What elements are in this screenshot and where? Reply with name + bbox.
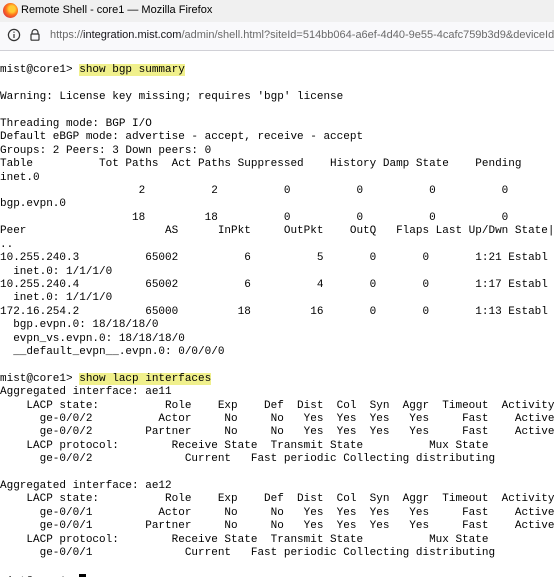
terminal-line: Peer AS InPkt OutPkt OutQ Flaps Last Up/… <box>0 225 554 238</box>
terminal-line: Groups: 2 Peers: 3 Down peers: 0 <box>0 144 212 157</box>
terminal-line: 18 18 0 0 0 0 <box>0 211 509 224</box>
address-bar[interactable]: https://integration.mist.com/admin/shell… <box>0 22 554 51</box>
terminal-prompt-line: mist@core1> show lacp interfaces <box>0 372 554 386</box>
terminal-line: LACP state: Role Exp Def Dist Col Syn Ag… <box>0 493 554 506</box>
url-scheme: https:// <box>50 29 84 41</box>
terminal-line: 10.255.240.4 65002 6 4 0 0 1:17 Establ <box>0 278 548 291</box>
terminal-prompt-line: mist@core1> show bgp summary <box>0 64 554 77</box>
terminal-line: evpn_vs.evpn.0: 18/18/18/0 <box>0 332 185 345</box>
terminal-line: .. <box>0 238 14 251</box>
terminal-line: LACP protocol: Receive State Transmit St… <box>0 533 489 546</box>
terminal-line: bgp.evpn.0 <box>0 198 67 211</box>
terminal-line: __default_evpn__.evpn.0: 0/0/0/0 <box>0 345 225 358</box>
shell-prompt: mist@core1> <box>0 64 80 77</box>
url-host: integration.mist.com <box>83 29 182 41</box>
terminal-line: ge-0/0/2 Partner No No Yes Yes Yes Yes F… <box>0 426 554 439</box>
window-title: Remote Shell - core1 — Mozilla Firefox <box>21 4 213 16</box>
terminal-line: 2 2 0 0 0 0 <box>0 185 509 198</box>
terminal-line: inet.0: 1/1/1/0 <box>0 265 113 278</box>
terminal-line: bgp.evpn.0: 18/18/18/0 <box>0 319 159 332</box>
terminal-line: Warning: License key missing; requires '… <box>0 91 344 104</box>
window-titlebar: Remote Shell - core1 — Mozilla Firefox <box>0 0 554 22</box>
terminal-output[interactable]: mist@core1> show bgp summary Warning: Li… <box>0 51 554 577</box>
shell-command: show lacp interfaces <box>79 372 212 385</box>
lock-icon[interactable] <box>28 28 42 42</box>
terminal-line: LACP protocol: Receive State Transmit St… <box>0 439 489 452</box>
terminal-text[interactable]: mist@core1> show bgp summary Warning: Li… <box>0 51 554 577</box>
url-path: /admin/shell.html?siteId=514bb064-a6ef-4… <box>181 29 554 41</box>
terminal-line: Aggregated interface: ae12 <box>0 480 172 492</box>
terminal-line: ge-0/0/1 Partner No No Yes Yes Yes Yes F… <box>0 520 554 533</box>
terminal-line: ge-0/0/1 Current Fast periodic Collectin… <box>0 547 496 560</box>
shell-prompt: mist@core1> <box>0 372 80 385</box>
terminal-line: Table Tot Paths Act Paths Suppressed His… <box>0 158 522 171</box>
terminal-line: Aggregated interface: ae11 <box>0 386 172 399</box>
terminal-line: 10.255.240.3 65002 6 5 0 0 1:21 Establ <box>0 252 548 265</box>
terminal-line: inet.0: 1/1/1/0 <box>0 292 113 305</box>
terminal-line: ge-0/0/1 Actor No No Yes Yes Yes Yes Fas… <box>0 506 554 519</box>
terminal-line: Default eBGP mode: advertise - accept, r… <box>0 131 364 144</box>
terminal-line: inet.0 <box>0 171 40 184</box>
firefox-icon <box>3 3 18 18</box>
terminal-line: ge-0/0/2 Current Fast periodic Collectin… <box>0 453 496 466</box>
terminal-line: ge-0/0/2 Actor No No Yes Yes Yes Yes Fas… <box>0 412 554 425</box>
url-text[interactable]: https://integration.mist.com/admin/shell… <box>50 29 554 41</box>
terminal-line: 172.16.254.2 65000 18 16 0 0 1:13 Establ <box>0 305 548 318</box>
terminal-line: Threading mode: BGP I/O <box>0 118 152 131</box>
terminal-line: LACP state: Role Exp Def Dist Col Syn Ag… <box>0 399 554 412</box>
info-icon[interactable] <box>7 28 21 42</box>
shell-command: show bgp summary <box>79 64 185 77</box>
